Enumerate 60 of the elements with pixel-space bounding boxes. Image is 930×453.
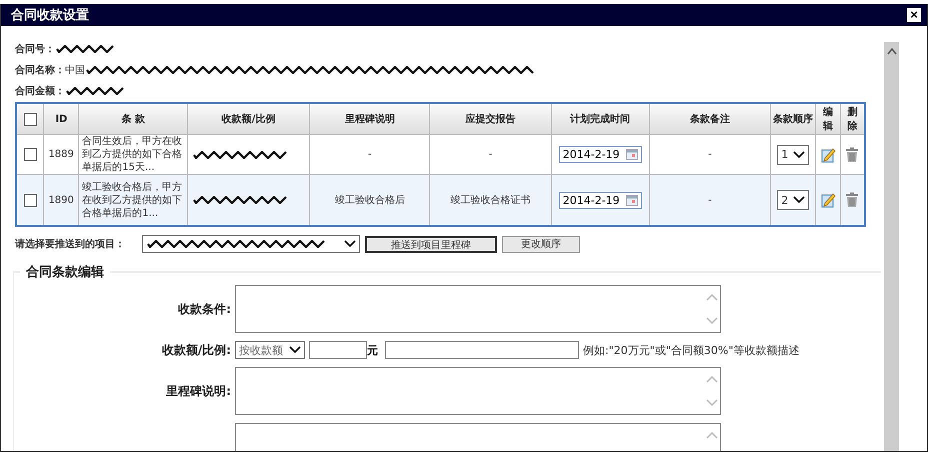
table-cell: 竣工验收合格后，甲方在收到乙方提供的如下合格单据后的1... <box>78 174 188 226</box>
scroll-down-icon <box>706 399 718 406</box>
scroll-down-icon <box>706 317 718 324</box>
column-header: 条款备注 <box>649 103 771 134</box>
table-cell: - <box>649 174 771 226</box>
checkbox[interactable] <box>24 194 37 206</box>
column-header: 条 款 <box>78 103 188 134</box>
push-label: 请选择要推送到的项目： <box>15 238 126 251</box>
window-title: 合同收款设置 <box>11 7 89 24</box>
scroll-up-icon <box>706 294 718 301</box>
amount-type-select[interactable]: 按收款额 <box>235 341 305 359</box>
column-header: 应提交报告 <box>430 103 552 134</box>
action-button[interactable]: 更改顺序 <box>502 236 580 252</box>
checkbox[interactable] <box>24 112 37 126</box>
input-field[interactable] <box>385 341 579 359</box>
trash-icon[interactable] <box>845 192 860 208</box>
text-area[interactable] <box>235 367 721 415</box>
caret-icon <box>793 196 806 204</box>
field-value: 中国 <box>65 64 85 76</box>
field-label: 里程碑说明: <box>166 384 231 398</box>
scroll-up-icon <box>886 48 896 55</box>
order-select[interactable]: 2 <box>777 190 810 210</box>
field-label: 合同号： <box>15 42 55 56</box>
column-header: 编辑 <box>816 103 840 134</box>
caret-icon <box>793 150 806 158</box>
scroll-up-icon <box>706 432 718 439</box>
calendar-icon <box>626 194 638 206</box>
caret-icon <box>289 346 301 354</box>
field-label: 收款条件: <box>178 302 231 316</box>
close-button[interactable]: × <box>907 8 921 22</box>
text-area[interactable] <box>235 285 721 333</box>
section-title: 合同条款编辑 <box>24 264 105 281</box>
calendar-icon <box>626 149 638 160</box>
field-label: 合同名称： <box>15 64 65 76</box>
table-cell: 竣工验收合格后 <box>310 174 430 226</box>
edit-icon[interactable] <box>820 146 836 162</box>
hint-text: 例如:"20万元"或"合同额30%"等收款额描述 <box>583 342 800 358</box>
trash-icon[interactable] <box>845 146 860 162</box>
date-field[interactable]: 2014-2-19 <box>558 146 642 163</box>
checkbox[interactable] <box>24 148 37 161</box>
table-cell: 1890 <box>44 174 79 226</box>
column-header: 里程碑说明 <box>310 103 430 134</box>
table-cell: 竣工验收合格证书 <box>430 174 552 226</box>
project-select[interactable] <box>142 235 360 253</box>
input-field[interactable] <box>309 341 367 359</box>
column-header: 条款顺序 <box>770 103 816 134</box>
column-header: 删除 <box>840 103 865 134</box>
date-field[interactable]: 2014-2-19 <box>558 192 642 208</box>
order-select[interactable]: 1 <box>777 144 810 164</box>
unit-label: 元 <box>367 342 378 358</box>
scroll-up-icon <box>706 376 718 383</box>
field-label: 收款额/比例: <box>162 342 231 356</box>
field-label: 合同金额： <box>15 84 65 98</box>
column-header: 计划完成时间 <box>551 103 650 134</box>
action-button[interactable]: 推送到项目里程碑 <box>365 236 497 252</box>
edit-icon[interactable] <box>820 192 836 208</box>
scrollbar[interactable] <box>884 42 899 451</box>
column-header: ID <box>44 103 79 134</box>
caret-icon <box>344 240 356 248</box>
column-header: 收款额/比例 <box>187 103 310 134</box>
